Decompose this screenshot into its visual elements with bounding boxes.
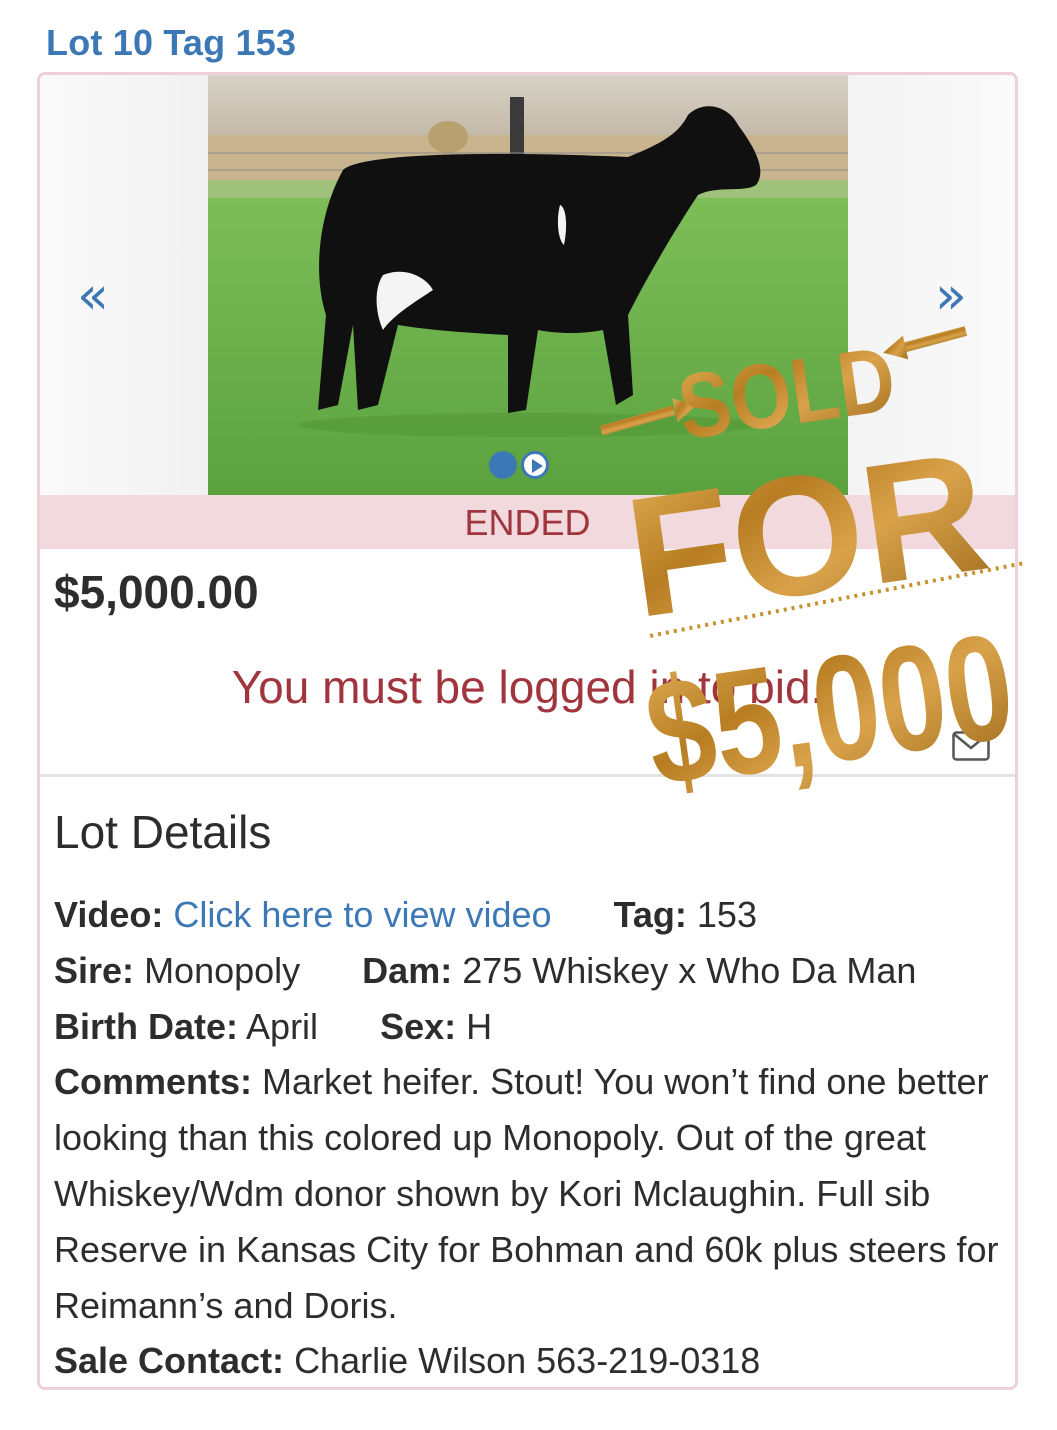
video-label: Video: [54, 894, 164, 935]
heifer-photo[interactable] [208, 75, 848, 495]
current-price: $5,000.00 [54, 566, 259, 618]
comments-label: Comments: [54, 1061, 253, 1103]
birth-sex-row: Birth Date: April Sex: H [54, 999, 1004, 1055]
lot-title: Lot 10 Tag 153 [46, 22, 297, 63]
tag-label: Tag: [613, 894, 687, 935]
sex-label: Sex: [380, 1005, 457, 1047]
lot-details-heading: Lot Details [54, 806, 272, 858]
sire-label: Sire: [54, 949, 135, 991]
tag-value: 153 [696, 894, 757, 935]
next-image-preview [847, 75, 1015, 495]
image-indicator-dot[interactable] [489, 451, 517, 479]
mail-icon[interactable] [952, 731, 990, 761]
birth-date-label: Birth Date: [54, 1005, 239, 1047]
sale-contact-row: Sale Contact: Charlie Wilson 563-219-031… [54, 1333, 1004, 1387]
dam-value: 275 Whiskey x Who Da Man [462, 949, 917, 991]
carousel-indicators [489, 451, 549, 479]
dam-label: Dam: [362, 949, 453, 991]
sire-dam-row: Sire: Monopoly Dam: 275 Whiskey x Who Da… [54, 943, 1004, 999]
login-required-message: You must be logged in to bid. [231, 661, 824, 713]
divider [40, 774, 1015, 777]
status-badge: ENDED [40, 495, 1015, 549]
lot-card: « » ENDED $5,000.00 You must be logged i… [37, 72, 1018, 1390]
video-tag-row: Video: Click here to view video Tag: 153 [54, 887, 1004, 943]
next-image-button[interactable]: » [935, 270, 967, 322]
image-carousel[interactable]: « » [40, 75, 1015, 495]
birth-date-value: April [246, 1005, 319, 1047]
sale-contact-label: Sale Contact: [54, 1340, 285, 1382]
video-play-icon[interactable] [521, 451, 549, 479]
comments: Comments: Market heifer. Stout! You won’… [54, 1054, 1004, 1333]
previous-image-preview [40, 75, 208, 495]
video-link[interactable]: Click here to view video [173, 894, 551, 935]
sex-value: H [466, 1005, 493, 1047]
previous-image-button[interactable]: « [77, 270, 109, 322]
sale-contact-value: Charlie Wilson 563-219-0318 [294, 1340, 761, 1382]
sire-value: Monopoly [144, 949, 301, 991]
lot-details: Video: Click here to view video Tag: 153… [54, 887, 1004, 1387]
